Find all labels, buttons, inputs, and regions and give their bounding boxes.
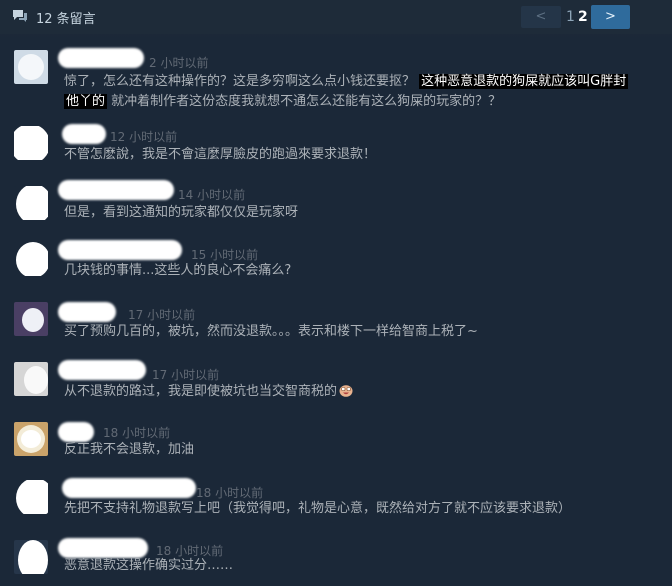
speech-bubble-icon [13,10,27,22]
author-name-redacted[interactable] [58,302,116,322]
comment-timestamp: 12 小时以前 [110,130,178,144]
comment-timestamp: 2 小时以前 [149,56,209,70]
author-name-redacted[interactable] [58,538,148,558]
comment-count: 12 条留言 [36,12,96,27]
comment-timestamp: 17 小时以前 [152,368,220,382]
next-page-button[interactable]: > [591,5,630,29]
author-name-redacted[interactable] [58,240,182,260]
avatar[interactable] [14,362,48,396]
comment-timestamp: 14 小时以前 [178,188,246,202]
author-name-redacted[interactable] [58,180,174,200]
comment-timestamp: 18 小时以前 [103,426,171,440]
comment-text: 从不退款的路过，我是即使被坑也当交智商税的 [64,382,664,402]
page-2-current: 2 [578,9,588,25]
avatar[interactable] [14,540,48,574]
author-name-redacted[interactable] [58,360,146,380]
comment-text: 不管怎麽說，我是不會這麼厚臉皮的跑過來要求退款！ [64,147,377,162]
comment-text: 但是，看到这通知的玩家都仅仅是玩家呀 [64,205,299,220]
author-name-redacted[interactable] [58,48,144,68]
avatar[interactable] [14,302,48,336]
comments-header: 12 条留言 < 1 2 > [0,0,672,34]
highlighted-text: 他丫的 [64,94,108,109]
avatar[interactable] [14,242,48,276]
author-name-redacted[interactable] [58,422,94,442]
avatar[interactable] [14,186,48,220]
avatar[interactable] [14,422,48,456]
laughing-face-icon [339,385,353,397]
comments-panel: 12 条留言 < 1 2 > 2 小时以前 惊了，怎么还有这种操作的？这是多穷啊… [0,0,672,586]
comment-text: 惊了，怎么还有这种操作的？这是多穷啊这么点小钱还要抠？ 这种恶意退款的狗屎就应该… [64,74,629,109]
comment-text: 反正我不会退款，加油 [64,442,195,457]
avatar[interactable] [14,50,48,84]
page-1-link[interactable]: 1 [566,8,575,26]
prev-page-button[interactable]: < [521,6,561,28]
avatar[interactable] [14,126,48,160]
comment-text: 恶意退款这操作确实过分…… [64,558,234,573]
avatar[interactable] [14,480,48,514]
highlighted-text: 这种恶意退款的狗屎就应该叫G胖封 [419,74,629,89]
author-name-redacted[interactable] [62,124,106,144]
comment-timestamp: 17 小时以前 [128,308,196,322]
comment-text: 先把不支持礼物退款写上吧（我觉得吧，礼物是心意，既然给对方了就不应该要求退款） [64,501,572,516]
comment-text: 几块钱的事情...这些人的良心不会痛么? [64,263,292,278]
comment-text: 买了预购几百的，被坑，然而没退款。。。表示和楼下一样给智商上税了~ [64,324,478,339]
author-name-redacted[interactable] [62,478,196,498]
